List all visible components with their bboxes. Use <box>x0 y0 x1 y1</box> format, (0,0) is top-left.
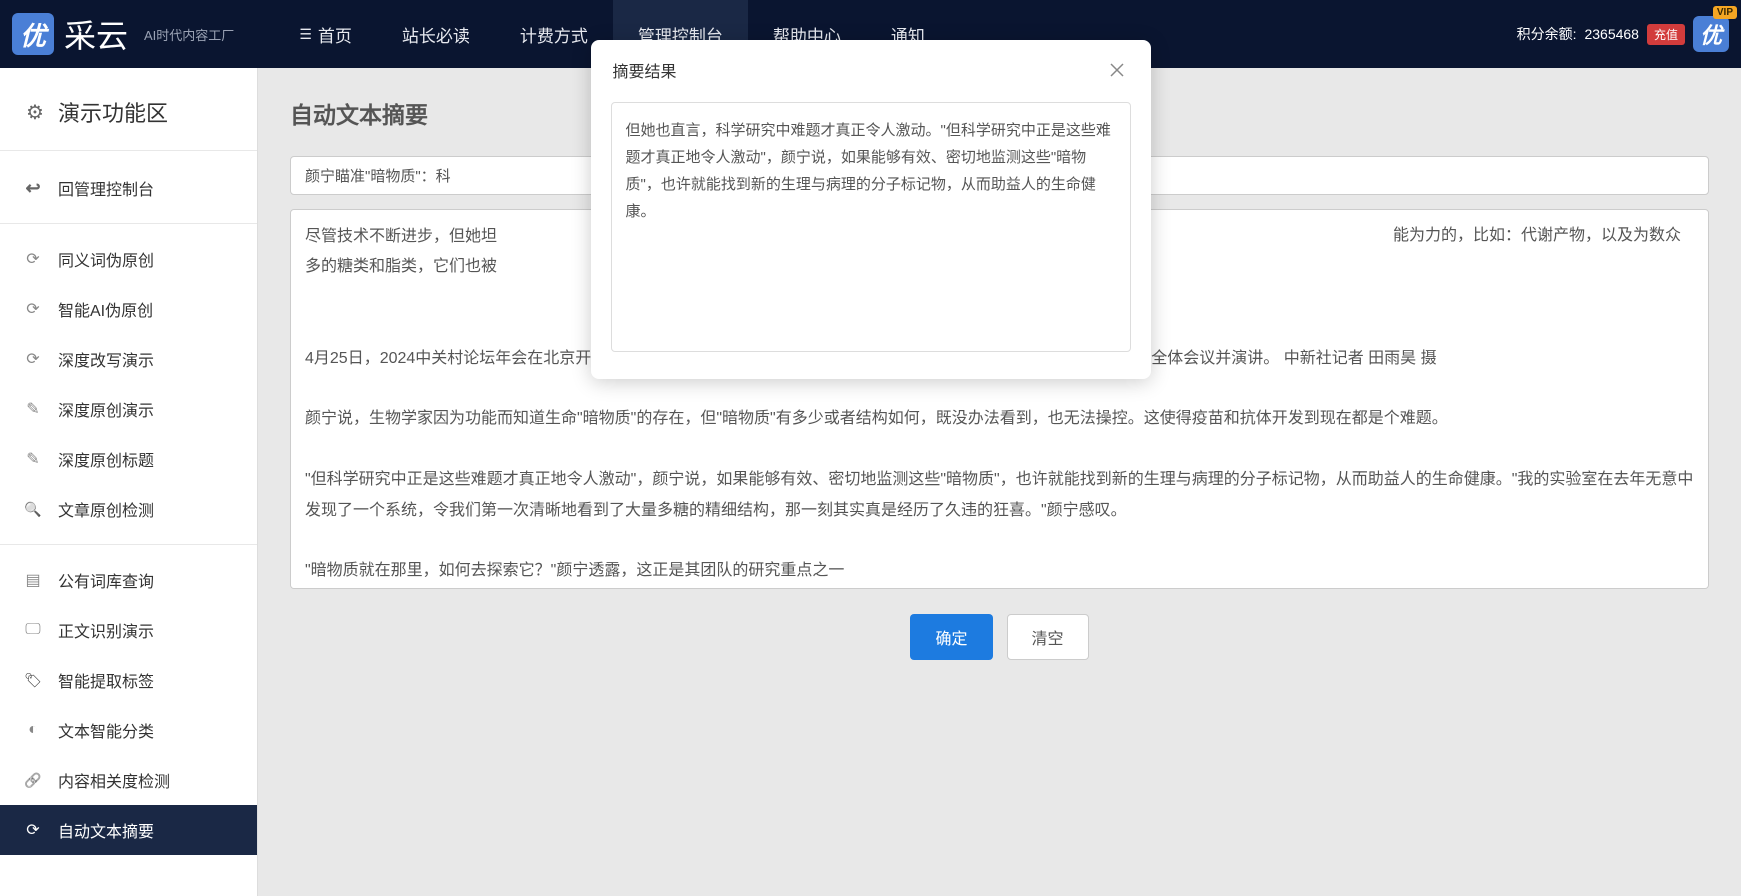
list-icon <box>299 24 312 44</box>
logo-badge: 优 <box>12 13 54 55</box>
refresh-icon <box>24 250 42 268</box>
logo-right-icon[interactable]: 优 VIP <box>1693 16 1729 52</box>
sidebar-item-deep-original[interactable]: 深度原创演示 <box>0 384 257 434</box>
clear-button[interactable]: 清空 <box>1007 614 1089 660</box>
monitor-icon <box>24 621 42 639</box>
summary-result-textarea[interactable] <box>611 102 1131 352</box>
button-row: 确定 清空 <box>290 614 1709 660</box>
sidebar-item-label: 深度原创标题 <box>58 447 154 471</box>
credit-label: 积分余额: <box>1517 24 1577 44</box>
sidebar-item-label: 文章原创检测 <box>58 497 154 521</box>
close-icon[interactable] <box>1105 58 1129 82</box>
sidebar-item-label: 回管理控制台 <box>58 176 154 200</box>
sidebar-item-deep-rewrite[interactable]: 深度改写演示 <box>0 334 257 384</box>
sidebar-item-relevance[interactable]: 内容相关度检测 <box>0 755 257 805</box>
sidebar-item-body-detect[interactable]: 正文识别演示 <box>0 605 257 655</box>
refresh-icon <box>24 350 42 368</box>
sidebar-header: 演示功能区 <box>0 68 257 151</box>
logo[interactable]: 优 采云 AI时代内容工厂 <box>12 11 234 57</box>
sidebar-item-label: 内容相关度检测 <box>58 768 170 792</box>
logo-subtitle: AI时代内容工厂 <box>144 25 234 44</box>
recharge-button[interactable]: 充值 <box>1647 24 1685 45</box>
sidebar-item-label: 自动文本摘要 <box>58 818 154 842</box>
sidebar-item-label: 公有词库查询 <box>58 568 154 592</box>
sidebar-list: 回管理控制台 同义词伪原创 智能AI伪原创 深度改写演示 深度原创演示 深度原创… <box>0 151 257 855</box>
sidebar-item-label: 同义词伪原创 <box>58 247 154 271</box>
divider <box>0 544 257 545</box>
back-icon <box>24 179 42 197</box>
logo-text: 采云 <box>64 11 128 57</box>
edit-icon <box>24 450 42 468</box>
sidebar-item-auto-summary[interactable]: 自动文本摘要 <box>0 805 257 855</box>
summary-modal: 摘要结果 <box>591 40 1151 379</box>
sidebar-back[interactable]: 回管理控制台 <box>0 163 257 213</box>
nav-home[interactable]: 首页 <box>274 0 377 69</box>
sidebar: 演示功能区 回管理控制台 同义词伪原创 智能AI伪原创 深度改写演示 深度原创演… <box>0 68 258 896</box>
sidebar-item-synonym[interactable]: 同义词伪原创 <box>0 234 257 284</box>
divider <box>0 223 257 224</box>
modal-body <box>591 94 1151 379</box>
sidebar-item-label: 文本智能分类 <box>58 718 154 742</box>
book-icon <box>24 571 42 589</box>
sidebar-item-label: 深度改写演示 <box>58 347 154 371</box>
content-overflow-text: 能为力的，比如：代谢产物，以及为数众 <box>1393 221 1681 251</box>
sidebar-item-originality-check[interactable]: 文章原创检测 <box>0 484 257 534</box>
sidebar-item-deep-title[interactable]: 深度原创标题 <box>0 434 257 484</box>
link-icon <box>24 771 42 789</box>
header-right: 积分余额: 2365468 充值 优 VIP <box>1517 16 1729 52</box>
modal-title: 摘要结果 <box>613 58 677 82</box>
confirm-button[interactable]: 确定 <box>910 614 992 660</box>
search-icon <box>24 500 42 518</box>
sidebar-item-label: 智能提取标签 <box>58 668 154 692</box>
modal-header: 摘要结果 <box>591 40 1151 94</box>
sidebar-title: 演示功能区 <box>58 96 168 128</box>
sidebar-item-label: 智能AI伪原创 <box>58 297 153 321</box>
gear-icon <box>26 100 44 125</box>
edit-icon <box>24 400 42 418</box>
nav-mustread[interactable]: 站长必读 <box>377 0 495 69</box>
sidebar-item-label: 正文识别演示 <box>58 618 154 642</box>
credit-value: 2365468 <box>1584 26 1639 42</box>
sidebar-item-public-dict[interactable]: 公有词库查询 <box>0 555 257 605</box>
sidebar-item-label: 深度原创演示 <box>58 397 154 421</box>
refresh-icon <box>24 821 42 839</box>
sidebar-item-text-classify[interactable]: 文本智能分类 <box>0 705 257 755</box>
refresh-icon <box>24 300 42 318</box>
pie-icon <box>24 721 42 739</box>
vip-badge: VIP <box>1713 6 1737 19</box>
sidebar-item-ai-pseudo[interactable]: 智能AI伪原创 <box>0 284 257 334</box>
tag-icon <box>24 671 42 689</box>
sidebar-item-extract-tags[interactable]: 智能提取标签 <box>0 655 257 705</box>
